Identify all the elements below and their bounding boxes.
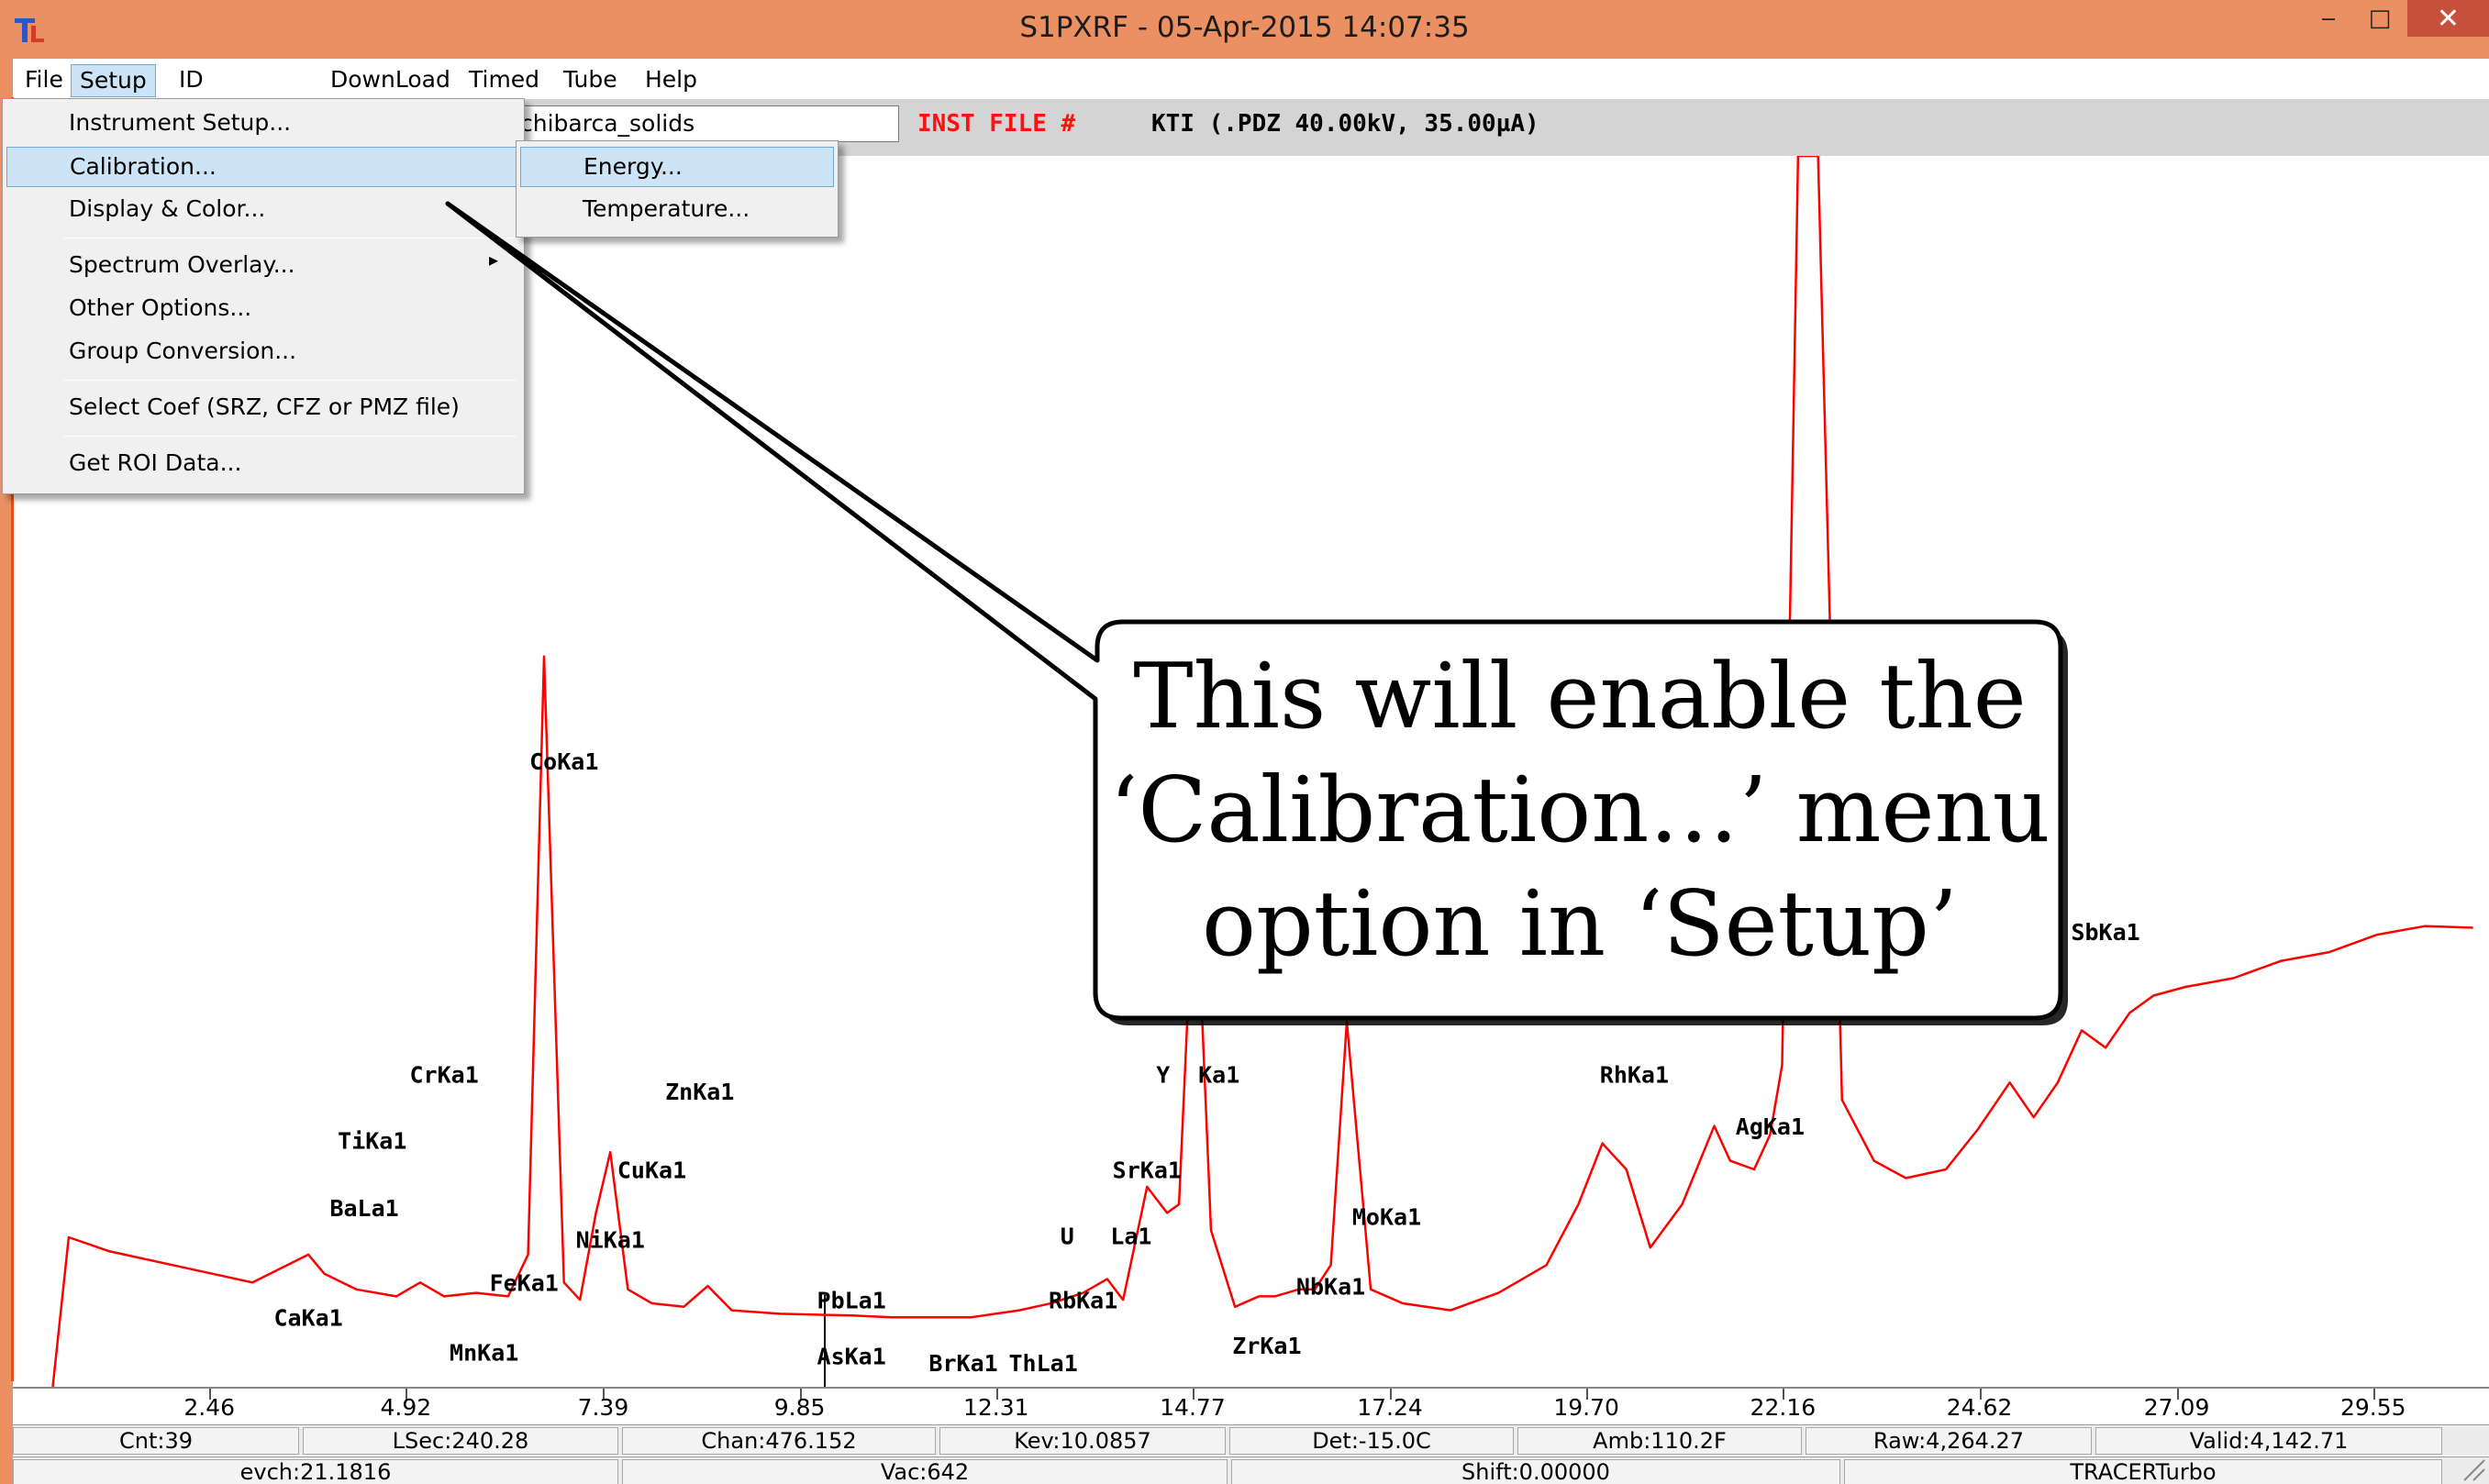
peak-label: PbLa1	[817, 1288, 886, 1314]
status-shift: Shift:0.00000	[1231, 1459, 1840, 1484]
menu-help[interactable]: Help	[637, 64, 706, 97]
status-channel: Chan:476.152	[622, 1427, 936, 1455]
title-bar: S1PXRF - 05-Apr-2015 14:07:35 ‒ □ ✕	[0, 0, 2489, 59]
peak-label: CuKa1	[617, 1157, 686, 1184]
peak-label: CoKa1	[529, 748, 598, 775]
menu-separator	[63, 380, 517, 381]
menu-id[interactable]: ID	[171, 64, 212, 97]
peak-label: RbKa1	[1049, 1288, 1117, 1314]
close-button[interactable]: ✕	[2407, 0, 2489, 37]
menu-item-instrument-setup[interactable]: Instrument Setup...	[6, 104, 518, 144]
menu-separator	[63, 436, 517, 437]
filename-field[interactable]: chibarca_solids	[514, 105, 899, 142]
kti-info: KTI (.PDZ 40.00kV, 35.00µA)	[1151, 110, 1539, 138]
peak-label: FeKa1	[490, 1270, 559, 1297]
energy-axis: 2.46 4.92 7.39 9.85 12.31 14.77 17.24 19.70 22.1…	[13, 1387, 2489, 1425]
peak-label: NbKa1	[1296, 1274, 1365, 1301]
peak-label: BaLa1	[329, 1195, 398, 1222]
axis-tick-label: 27.09	[2143, 1394, 2210, 1421]
setup-dropdown-menu: Instrument Setup... Calibration... ▸ Dis…	[2, 98, 525, 494]
status-vacuum: Vac:642	[622, 1459, 1228, 1484]
window-title: S1PXRF - 05-Apr-2015 14:07:35	[1019, 11, 1470, 44]
axis-tick-label: 22.16	[1750, 1394, 1817, 1421]
callout-line-1: This will enable the	[1133, 645, 2027, 749]
callout-text: This will enable the ‘Calibration…’ menu…	[1097, 640, 2062, 981]
peak-label: Y	[1156, 1061, 1170, 1088]
peak-label: RhKa1	[1600, 1061, 1669, 1088]
axis-tick-label: 7.39	[577, 1394, 629, 1421]
submenu-item-temperature[interactable]: Temperature...	[520, 190, 834, 230]
peak-label: AgKa1	[1736, 1113, 1805, 1140]
peak-label: NiKa1	[576, 1226, 645, 1253]
menu-item-get-roi-data[interactable]: Get ROI Data...	[6, 444, 518, 484]
menu-item-group-conversion[interactable]: Group Conversion...	[6, 332, 518, 372]
peak-label: MoKa1	[1352, 1204, 1421, 1231]
axis-tick-label: 14.77	[1160, 1394, 1226, 1421]
menu-bar: File Setup ID DownLoad Timed Tube Help	[13, 59, 2489, 97]
status-row-2: evch:21.1816 Vac:642 Shift:0.00000 TRACE…	[13, 1456, 2489, 1484]
axis-tick-label: 9.85	[773, 1394, 826, 1421]
callout-line-2: ‘Calibration…’ menu	[1109, 759, 2050, 863]
status-row-1: Cnt:39 LSec:240.28 Chan:476.152 Kev:10.0…	[13, 1424, 2489, 1456]
menu-setup[interactable]: Setup	[71, 64, 156, 97]
status-raw: Raw:4,264.27	[1806, 1427, 2092, 1455]
peak-label: AsKa1	[817, 1343, 886, 1369]
axis-tick-label: 12.31	[962, 1394, 1029, 1421]
menu-tube[interactable]: Tube	[555, 64, 626, 97]
peak-label: CrKa1	[410, 1061, 479, 1088]
inst-file-label: INST FILE #	[917, 110, 1076, 138]
status-ambient: Amb:110.2F	[1517, 1427, 1802, 1455]
status-count: Cnt:39	[13, 1427, 299, 1455]
resize-grip-icon[interactable]	[2459, 1455, 2486, 1482]
status-valid: Valid:4,142.71	[2095, 1427, 2442, 1455]
menu-item-calibration[interactable]: Calibration...	[6, 147, 518, 187]
peak-label: SrKa1	[1113, 1157, 1182, 1184]
peak-label: MnKa1	[450, 1340, 518, 1367]
status-detector: Det:-15.0C	[1229, 1427, 1514, 1455]
status-instrument: TRACERTurbo	[1844, 1459, 2442, 1484]
menu-item-display-color[interactable]: Display & Color...	[6, 190, 518, 230]
peak-label: ThLa1	[1008, 1350, 1077, 1377]
peak-label: BrKa1	[928, 1350, 997, 1377]
peak-label: Ka1	[1198, 1061, 1239, 1088]
menu-item-spectrum-overlay[interactable]: Spectrum Overlay...	[6, 246, 518, 286]
status-kev: Kev:10.0857	[939, 1427, 1226, 1455]
peak-label: ZnKa1	[665, 1079, 734, 1105]
axis-tick-label: 17.24	[1357, 1394, 1423, 1421]
submenu-item-energy[interactable]: Energy...	[520, 147, 834, 187]
axis-tick-label: 19.70	[1553, 1394, 1619, 1421]
peak-label: TiKa1	[338, 1127, 406, 1154]
axis-tick-label: 4.92	[380, 1394, 432, 1421]
status-livesec: LSec:240.28	[303, 1427, 618, 1455]
menu-file[interactable]: File	[17, 64, 72, 97]
axis-tick-label: 24.62	[1946, 1394, 2013, 1421]
peak-label: SbKa1	[2071, 919, 2139, 946]
menu-item-other-options[interactable]: Other Options...	[6, 289, 518, 329]
axis-tick-label: 29.55	[2339, 1394, 2406, 1421]
peak-label: CaKa1	[274, 1305, 343, 1332]
status-evch: evch:21.1816	[13, 1459, 618, 1484]
menu-item-select-coef[interactable]: Select Coef (SRZ, CFZ or PMZ file)	[6, 388, 518, 428]
minimize-button[interactable]: ‒	[2303, 0, 2354, 37]
axis-tick-label: 2.46	[183, 1394, 236, 1421]
calibration-submenu: Energy... Temperature...	[516, 140, 839, 238]
maximize-button[interactable]: □	[2354, 0, 2406, 37]
menu-timed[interactable]: Timed	[461, 64, 548, 97]
callout-line-3: option in ‘Setup’	[1201, 872, 1958, 977]
peak-label: U	[1061, 1224, 1074, 1250]
peak-label: La1	[1110, 1224, 1151, 1250]
peak-label: ZrKa1	[1232, 1333, 1301, 1359]
menu-download[interactable]: DownLoad	[322, 64, 459, 97]
